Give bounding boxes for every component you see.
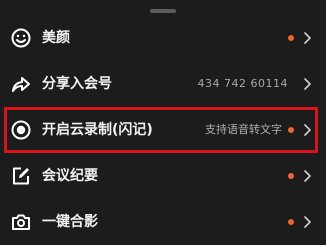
menu-item-label: 美颜 bbox=[42, 30, 70, 46]
camera-icon bbox=[12, 214, 30, 230]
speech-to-text-hint: 支持语音转文字 bbox=[205, 123, 282, 136]
edit-note-icon bbox=[13, 167, 29, 185]
chevron-right-icon bbox=[304, 78, 311, 90]
menu-item-label: 开启云录制(闪记) bbox=[42, 122, 153, 138]
menu-item-share[interactable]: 分享入会号 434 742 60114 bbox=[0, 61, 326, 107]
menu-item-group-photo[interactable]: 一键合影 bbox=[0, 199, 326, 245]
new-badge-dot bbox=[288, 219, 294, 225]
menu-item-minutes[interactable]: 会议纪要 bbox=[0, 153, 326, 199]
meeting-id-value: 434 742 60114 bbox=[197, 77, 288, 90]
share-arrow-icon bbox=[12, 77, 30, 92]
chevron-right-icon bbox=[304, 216, 311, 228]
menu-item-beauty[interactable]: 美颜 bbox=[0, 15, 326, 61]
drag-handle[interactable] bbox=[150, 9, 176, 13]
chevron-right-icon bbox=[304, 32, 311, 44]
new-badge-dot bbox=[288, 35, 294, 41]
menu-item-label: 一键合影 bbox=[42, 214, 98, 230]
menu-item-label: 分享入会号 bbox=[42, 76, 112, 92]
chevron-right-icon bbox=[304, 170, 311, 182]
record-icon bbox=[11, 120, 31, 140]
new-badge-dot bbox=[288, 173, 294, 179]
chevron-right-icon bbox=[304, 124, 311, 136]
more-menu-sheet: 美颜 分享入会号 434 742 60114 开启云录制(闪记) 支持语音转文字 bbox=[0, 0, 326, 243]
smile-icon bbox=[11, 28, 31, 48]
menu-item-cloud-record[interactable]: 开启云录制(闪记) 支持语音转文字 bbox=[0, 107, 326, 153]
menu-item-label: 会议纪要 bbox=[42, 168, 98, 184]
new-badge-dot bbox=[288, 127, 294, 133]
